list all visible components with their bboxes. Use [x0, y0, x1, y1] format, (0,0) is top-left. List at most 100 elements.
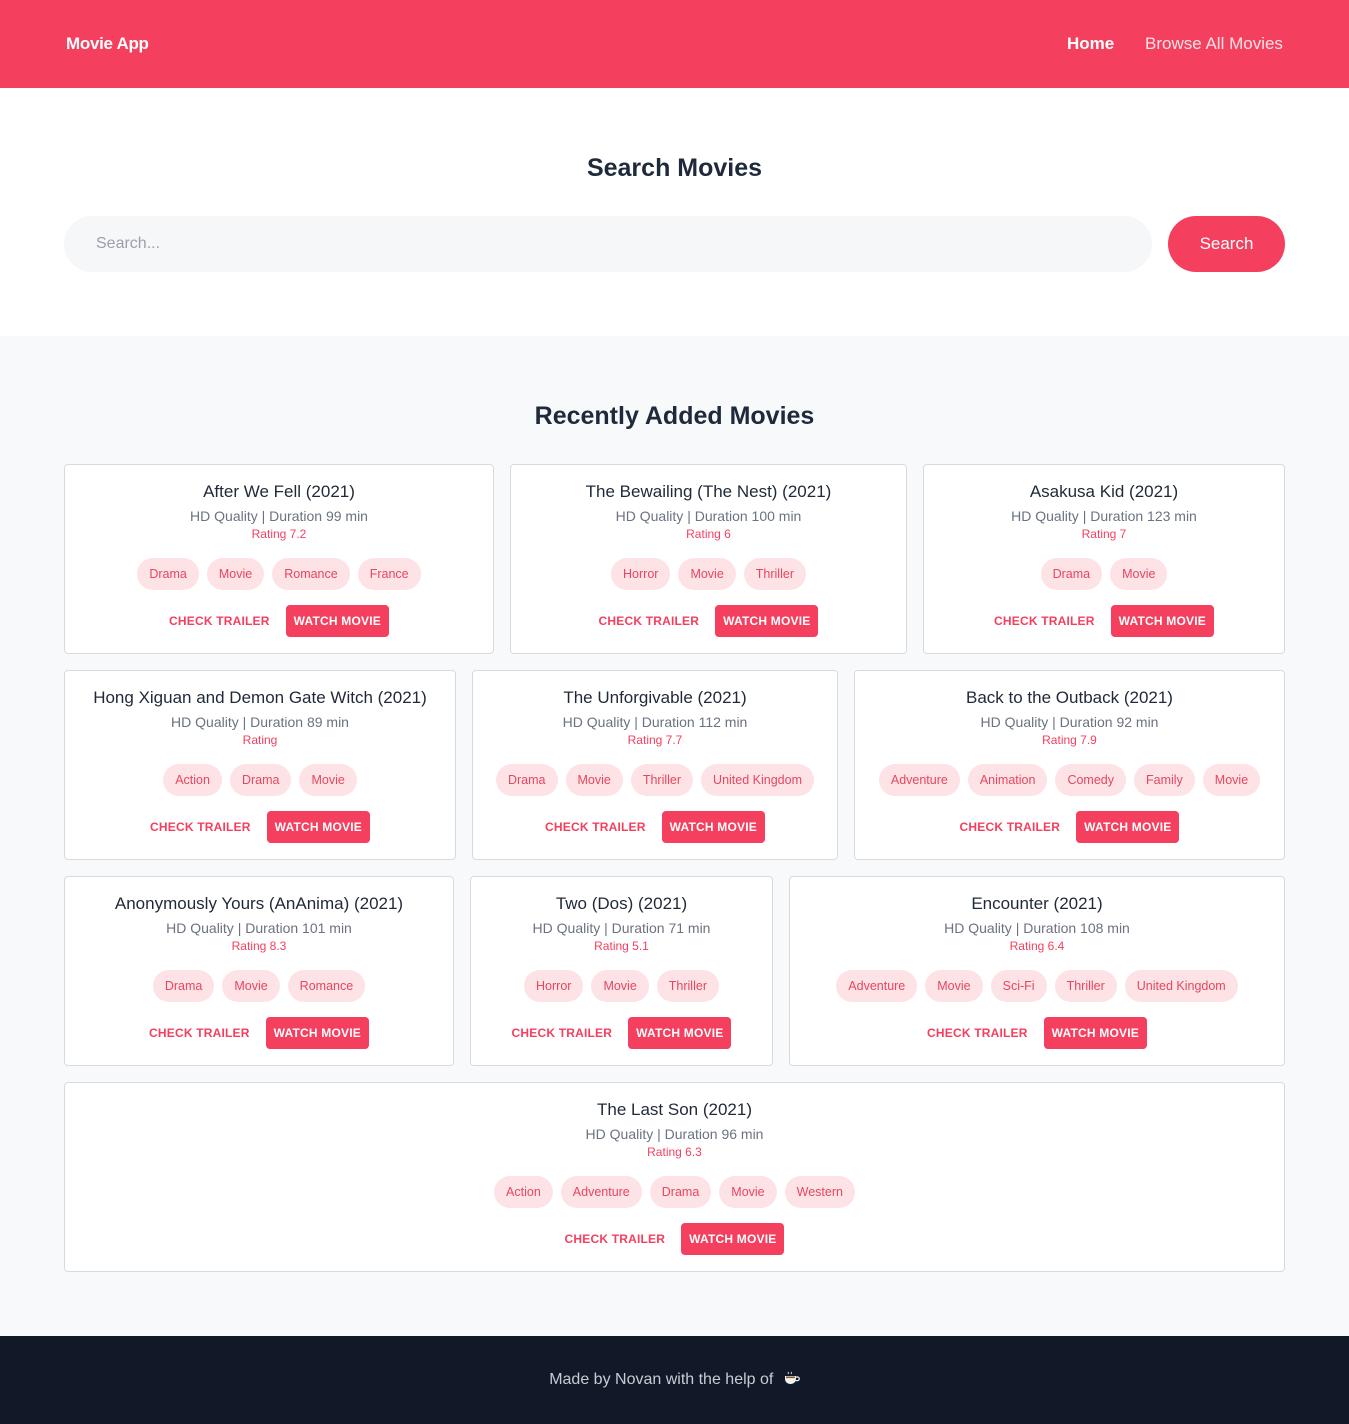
brand-logo[interactable]: Movie App [66, 34, 149, 54]
movie-title: After We Fell (2021) [203, 482, 355, 501]
genre-tags: Drama Movie Thriller United Kingdom [473, 764, 837, 796]
check-trailer-button[interactable]: CHECK TRAILER [169, 614, 270, 628]
watch-movie-button[interactable]: WATCH MOVIE [265, 1017, 369, 1049]
genre-tags: Adventure Animation Comedy Family Movie [855, 764, 1284, 796]
watch-movie-button[interactable]: WATCH MOVIE [628, 1017, 732, 1049]
movie-title: Two (Dos) (2021) [555, 894, 688, 913]
movie-rating: Rating [242, 733, 278, 747]
movie-meta: HD Quality | Duration 100 min [615, 508, 802, 524]
genre-tag[interactable]: United Kingdom [701, 764, 814, 796]
genre-tag[interactable]: Adventure [878, 764, 960, 796]
watch-movie-button[interactable]: WATCH MOVIE [1043, 1017, 1147, 1049]
movie-duration: Duration 92 min [1059, 714, 1159, 730]
genre-tag[interactable]: Thriller [1054, 970, 1117, 1002]
genre-tag[interactable]: Romance [287, 970, 366, 1002]
watch-movie-button[interactable]: WATCH MOVIE [1110, 605, 1214, 637]
check-trailer-button[interactable]: CHECK TRAILER [599, 614, 700, 628]
genre-tag[interactable]: Thriller [743, 558, 806, 590]
watch-movie-button[interactable]: WATCH MOVIE [661, 811, 765, 843]
genre-tag[interactable]: Action [494, 1176, 553, 1208]
search-button[interactable]: Search [1168, 216, 1285, 272]
genre-tag[interactable]: Drama [649, 1176, 712, 1208]
genre-tag[interactable]: Western [784, 1176, 855, 1208]
genre-tag[interactable]: Comedy [1055, 764, 1126, 796]
genre-tag[interactable]: Movie [1202, 764, 1261, 796]
movie-meta: HD Quality | Duration 112 min [562, 714, 748, 730]
check-trailer-button[interactable]: CHECK TRAILER [149, 1026, 250, 1040]
watch-movie-button[interactable]: WATCH MOVIE [715, 605, 819, 637]
genre-tag[interactable]: Thriller [630, 764, 694, 796]
genre-tag[interactable]: Animation [967, 764, 1048, 796]
movie-quality: HD Quality [562, 714, 631, 730]
movie-title: The Unforgivable (2021) [563, 688, 747, 707]
genre-tag[interactable]: Movie [591, 970, 649, 1002]
check-trailer-button[interactable]: CHECK TRAILER [960, 820, 1061, 834]
movie-title: Hong Xiguan and Demon Gate Witch (2021) [93, 688, 427, 707]
movie-duration: Duration 112 min [641, 714, 748, 730]
genre-tag[interactable]: Drama [1040, 558, 1103, 590]
movie-meta: HD Quality | Duration 92 min [980, 714, 1159, 730]
genre-tag[interactable]: Family [1133, 764, 1195, 796]
check-trailer-button[interactable]: CHECK TRAILER [927, 1026, 1028, 1040]
movie-title: Encounter (2021) [971, 894, 1103, 913]
movie-quality: HD Quality [171, 714, 239, 730]
check-trailer-button[interactable]: CHECK TRAILER [512, 1026, 613, 1040]
genre-tag[interactable]: Sci-Fi [990, 970, 1047, 1002]
search-section: Search Movies Search [0, 88, 1349, 336]
search-title: Search Movies [586, 154, 763, 182]
card-actions: CHECK TRAILER WATCH MOVIE [65, 1017, 453, 1049]
check-trailer-button[interactable]: CHECK TRAILER [565, 1232, 666, 1246]
genre-tag[interactable]: Thriller [656, 970, 719, 1002]
footer: Made by Novan with the help of [0, 1336, 1349, 1424]
genre-tag[interactable]: Movie [678, 558, 736, 590]
footer-credit: Made by Novan with the help of [0, 1371, 1349, 1389]
genre-tag[interactable]: Adventure [560, 1176, 642, 1208]
watch-movie-button[interactable]: WATCH MOVIE [681, 1223, 785, 1255]
genre-tag[interactable]: Adventure [836, 970, 918, 1002]
card-actions: CHECK TRAILER WATCH MOVIE [511, 605, 906, 637]
genre-tag[interactable]: Drama [152, 970, 215, 1002]
genre-tag[interactable]: Movie [222, 970, 280, 1002]
watch-movie-button[interactable]: WATCH MOVIE [1076, 811, 1180, 843]
genre-tag[interactable]: Movie [925, 970, 983, 1002]
genre-tag[interactable]: Action [163, 764, 222, 796]
navbar: Movie App Home Browse All Movies [0, 0, 1349, 88]
movie-rating: Rating 7.2 [251, 527, 307, 541]
movie-duration: Duration 71 min [611, 920, 711, 936]
nav-link-browse-all-movies[interactable]: Browse All Movies [1145, 34, 1283, 54]
movie-rating: Rating 8.3 [231, 939, 287, 953]
movie-meta: HD Quality | Duration 71 min [532, 920, 711, 936]
movie-rating: Rating 7 [1081, 527, 1127, 541]
genre-tag[interactable]: Movie [565, 764, 623, 796]
genre-tag[interactable]: Movie [299, 764, 357, 796]
movie-rating: Rating 5.1 [594, 939, 649, 953]
search-input[interactable] [64, 216, 1152, 272]
genre-tags: Action Drama Movie [65, 764, 455, 796]
check-trailer-button[interactable]: CHECK TRAILER [150, 820, 251, 834]
genre-tag[interactable]: Romance [272, 558, 350, 590]
check-trailer-button[interactable]: CHECK TRAILER [994, 614, 1095, 628]
genre-tag[interactable]: Movie [206, 558, 265, 590]
movie-quality: HD Quality [532, 920, 601, 936]
coffee-icon [784, 1371, 800, 1384]
genre-tag[interactable]: Drama [137, 558, 199, 590]
genre-tag[interactable]: Horror [611, 558, 671, 590]
card-actions: CHECK TRAILER WATCH MOVIE [65, 811, 455, 843]
genre-tag[interactable]: France [357, 558, 421, 590]
genre-tag[interactable]: United Kingdom [1124, 970, 1238, 1002]
genre-tag[interactable]: Horror [524, 970, 584, 1002]
genre-tag[interactable]: Movie [1110, 558, 1168, 590]
genre-tags: Drama Movie [924, 558, 1284, 590]
card-actions: CHECK TRAILER WATCH MOVIE [65, 1223, 1284, 1255]
nav-link-home[interactable]: Home [1067, 34, 1114, 54]
genre-tag[interactable]: Drama [229, 764, 292, 796]
genre-tag[interactable]: Drama [495, 764, 558, 796]
watch-movie-button[interactable]: WATCH MOVIE [285, 605, 389, 637]
card-actions: CHECK TRAILER WATCH MOVIE [790, 1017, 1284, 1049]
movie-title: The Bewailing (The Nest) (2021) [585, 482, 832, 501]
genre-tags: Horror Movie Thriller [471, 970, 772, 1002]
check-trailer-button[interactable]: CHECK TRAILER [545, 820, 646, 834]
watch-movie-button[interactable]: WATCH MOVIE [266, 811, 370, 843]
movie-title: Anonymously Yours (AnAnima) (2021) [114, 894, 404, 913]
genre-tag[interactable]: Movie [719, 1176, 777, 1208]
